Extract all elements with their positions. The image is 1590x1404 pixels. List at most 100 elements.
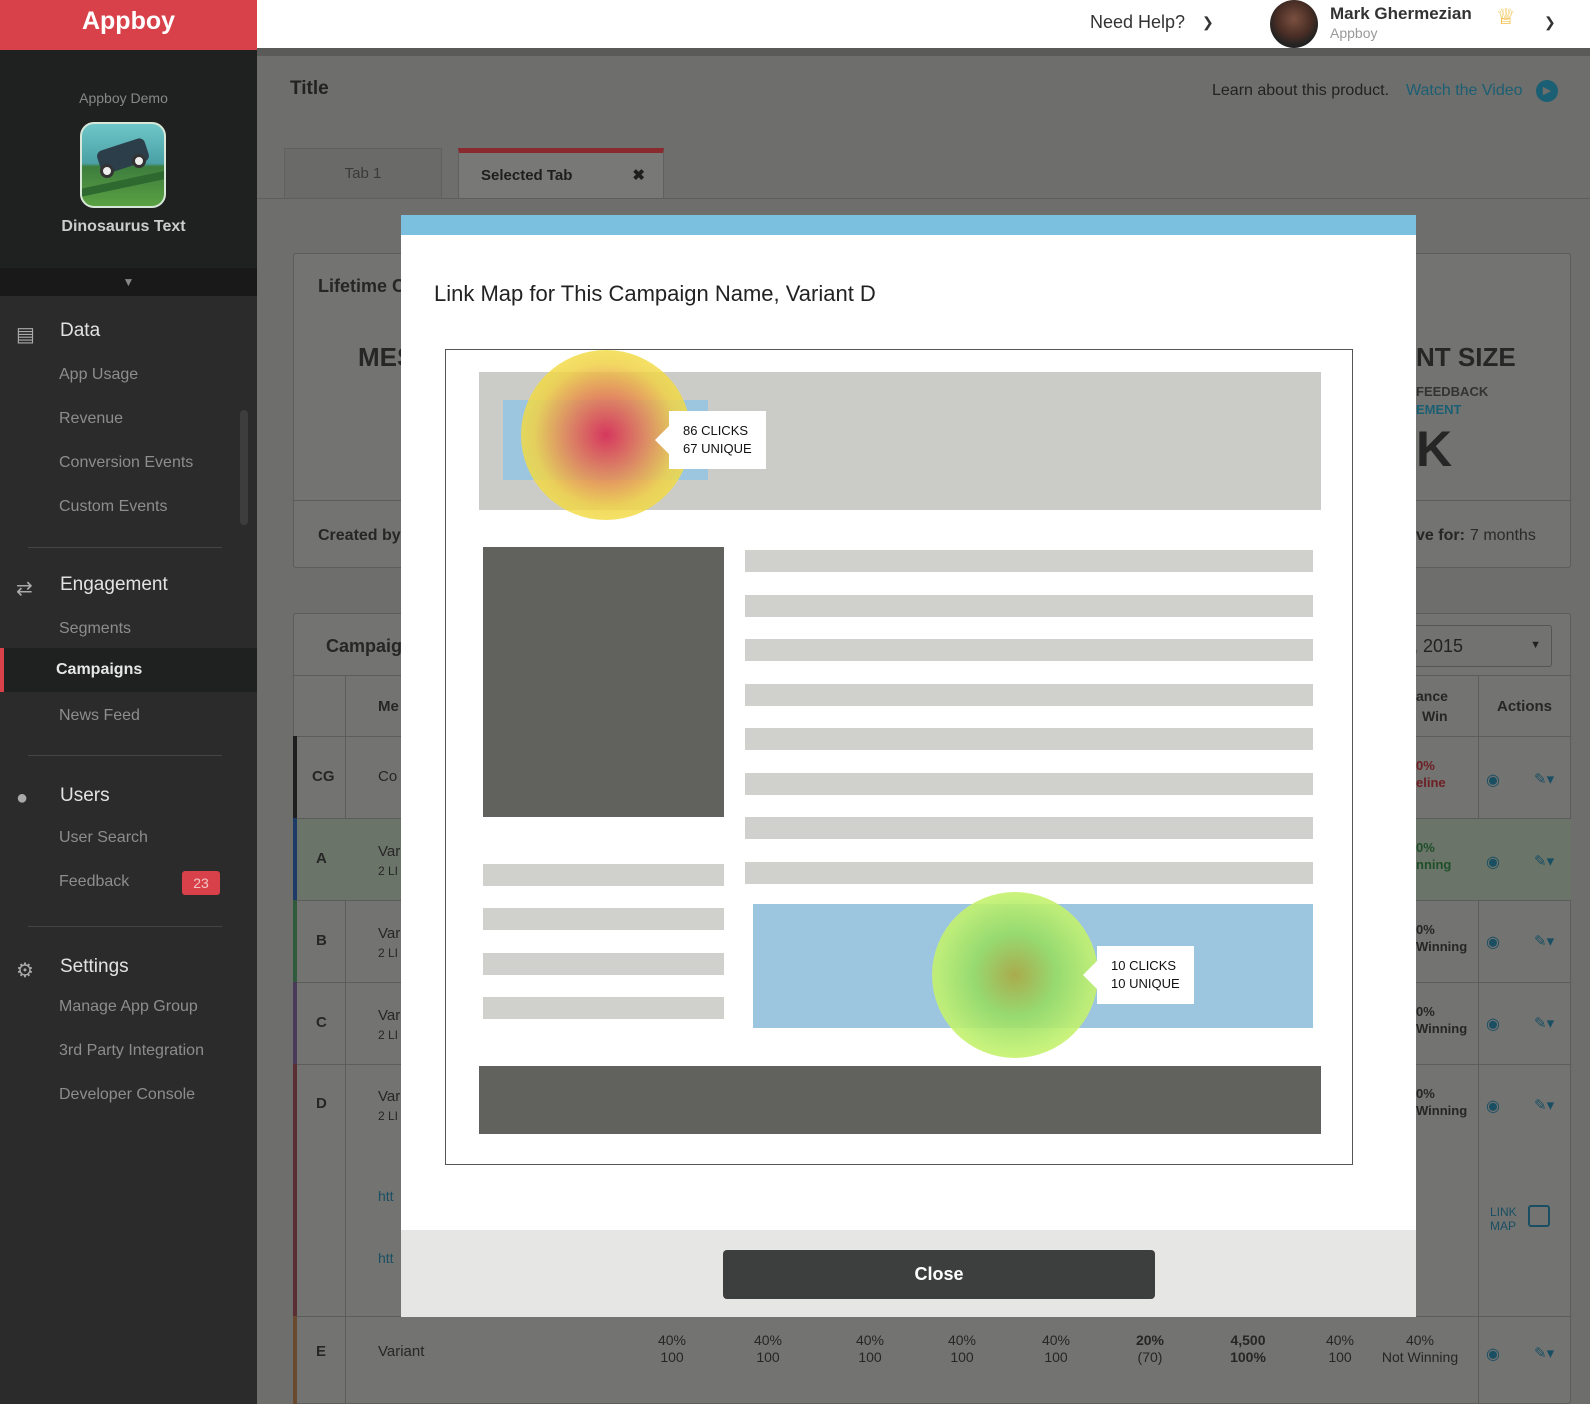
bar-chart-icon: ▤	[16, 324, 35, 346]
copy-icon[interactable]	[1528, 1205, 1550, 1227]
text-line	[745, 639, 1313, 661]
cell-value: 40%	[947, 1332, 977, 1348]
close-tab-icon[interactable]: ✖	[632, 153, 645, 199]
text-line	[745, 728, 1313, 750]
sidebar-item-segments[interactable]: Segments	[59, 620, 131, 638]
sidebar-item-manage-app-group[interactable]: Manage App Group	[59, 998, 198, 1016]
user-icon: ●	[16, 787, 29, 809]
text-line	[745, 773, 1313, 795]
cell-value: 40%	[657, 1332, 687, 1348]
collapse-caret-icon[interactable]: ▼	[0, 268, 257, 296]
row-color-stripe	[293, 1064, 297, 1316]
column-divider	[345, 675, 346, 1404]
topbar-shadow	[257, 48, 1590, 56]
edit-icon[interactable]: ✎▾	[1534, 1096, 1554, 1114]
cell-value: 40%	[1405, 1332, 1435, 1348]
row-e-cell: 40% 100	[1300, 1332, 1380, 1366]
row-e-cell: 20% (70)	[1110, 1332, 1190, 1366]
view-eye-icon[interactable]: ◉	[1486, 770, 1500, 790]
edit-icon[interactable]: ✎▾	[1534, 1014, 1554, 1032]
created-by-label: Created by	[318, 527, 401, 544]
row-e-cell: 40% 100	[728, 1332, 808, 1366]
cell-subvalue: Not Winning	[1381, 1349, 1459, 1365]
feedback-sub-label: FEEDBACK	[1416, 384, 1489, 399]
cell-subvalue: 100	[756, 1349, 780, 1365]
sidebar-item-developer-console[interactable]: Developer Console	[59, 1086, 195, 1104]
sidebar-scrollbar[interactable]	[240, 410, 248, 525]
cell-subvalue: 100	[660, 1349, 684, 1365]
view-eye-icon[interactable]: ◉	[1486, 852, 1500, 872]
campaign-table-title: Campaig	[326, 636, 403, 656]
link-map-modal: Link Map for This Campaign Name, Variant…	[401, 215, 1416, 1317]
row-color-stripe	[293, 900, 297, 982]
sidebar-item-revenue[interactable]: Revenue	[59, 410, 123, 428]
crown-icon: ♕	[1496, 4, 1516, 29]
need-help-menu[interactable]: Need Help?	[1090, 12, 1185, 33]
sidebar-item-conversion-events[interactable]: Conversion Events	[59, 454, 193, 472]
edit-icon[interactable]: ✎▾	[1534, 770, 1554, 788]
sidebar-item-user-search[interactable]: User Search	[59, 829, 148, 847]
row-chance: 0%	[1416, 758, 1435, 773]
modal-title: Link Map for This Campaign Name, Variant…	[434, 281, 876, 306]
logo[interactable]: Appboy	[0, 0, 257, 50]
sidebar-item-3rd-party-integration[interactable]: 3rd Party Integration	[59, 1042, 204, 1060]
play-icon[interactable]: ▶	[1536, 80, 1558, 102]
row-chance: 0%	[1416, 922, 1435, 937]
sidebar-item-news-feed[interactable]: News Feed	[59, 707, 140, 725]
segment-size-label: NT SIZE	[1416, 342, 1516, 372]
column-header-message: Me	[378, 698, 399, 715]
tab-underline	[257, 198, 1590, 199]
sidebar-divider	[28, 926, 222, 927]
link-url[interactable]: htt	[378, 1188, 394, 1204]
date-range-select[interactable]: , 2015 ▼	[1392, 625, 1552, 667]
link-map-button[interactable]: LINK MAP	[1490, 1205, 1524, 1233]
watch-video-link[interactable]: Watch the Video	[1406, 82, 1523, 100]
row-status: nning	[1416, 857, 1452, 872]
row-status: Winning	[1416, 1021, 1468, 1036]
email-preview-frame: 86 CLICKS 67 UNIQUE 10 CLICKS 10 UNIQUE	[445, 349, 1353, 1165]
view-eye-icon[interactable]: ◉	[1486, 932, 1500, 952]
text-line	[483, 953, 724, 975]
edit-icon[interactable]: ✎▾	[1534, 852, 1554, 870]
cell-value: 40%	[753, 1332, 783, 1348]
sidebar-item-app-usage[interactable]: App Usage	[59, 366, 138, 384]
user-name[interactable]: Mark Ghermezian	[1330, 4, 1472, 24]
sidebar-divider	[28, 755, 222, 756]
chevron-down-icon: ▼	[1530, 639, 1541, 651]
sidebar-item-feedback[interactable]: Feedback 23	[59, 871, 249, 895]
heatmap-hotspot	[932, 892, 1098, 1058]
tab-1[interactable]: Tab 1	[284, 148, 442, 198]
row-sub: 2 LI	[378, 864, 399, 878]
edit-icon[interactable]: ✎▾	[1534, 932, 1554, 950]
close-button[interactable]: Close	[723, 1250, 1155, 1299]
view-eye-icon[interactable]: ◉	[1486, 1344, 1500, 1364]
row-key: C	[316, 1014, 327, 1031]
active-for-label: ve for:	[1416, 527, 1465, 544]
text-line	[745, 595, 1313, 617]
user-menu-chevron-icon[interactable]: ❯	[1544, 14, 1556, 31]
row-name: Co	[378, 768, 398, 785]
hotspot-callout: 10 CLICKS 10 UNIQUE	[1083, 946, 1194, 1004]
edit-icon[interactable]: ✎▾	[1534, 1344, 1554, 1362]
sidebar-item-custom-events[interactable]: Custom Events	[59, 498, 167, 516]
text-line	[483, 997, 724, 1019]
cell-subvalue: 100	[858, 1349, 882, 1365]
sidebar-item-campaigns[interactable]: Campaigns	[0, 648, 257, 692]
view-eye-icon[interactable]: ◉	[1486, 1014, 1500, 1034]
row-key: B	[316, 932, 327, 949]
avatar[interactable]	[1270, 0, 1318, 48]
cell-subvalue: (70)	[1137, 1349, 1163, 1365]
row-sub: 2 LI	[378, 946, 399, 960]
cell-subvalue: 100	[950, 1349, 974, 1365]
tab-selected[interactable]: Selected Tab ✖	[458, 148, 664, 198]
chevron-down-icon[interactable]: ❯	[1202, 14, 1214, 31]
link-url[interactable]: htt	[378, 1250, 394, 1266]
view-eye-icon[interactable]: ◉	[1486, 1096, 1500, 1116]
column-header-win: Win	[1422, 708, 1448, 724]
row-color-stripe	[293, 736, 297, 818]
row-e-cell: 40% 100	[922, 1332, 1002, 1366]
app-header: Appboy Demo Dinosaurus Text	[0, 50, 257, 268]
column-header-actions: Actions	[1497, 698, 1553, 715]
row-color-stripe	[293, 982, 297, 1064]
app-group-name[interactable]: Appboy Demo	[0, 90, 247, 106]
